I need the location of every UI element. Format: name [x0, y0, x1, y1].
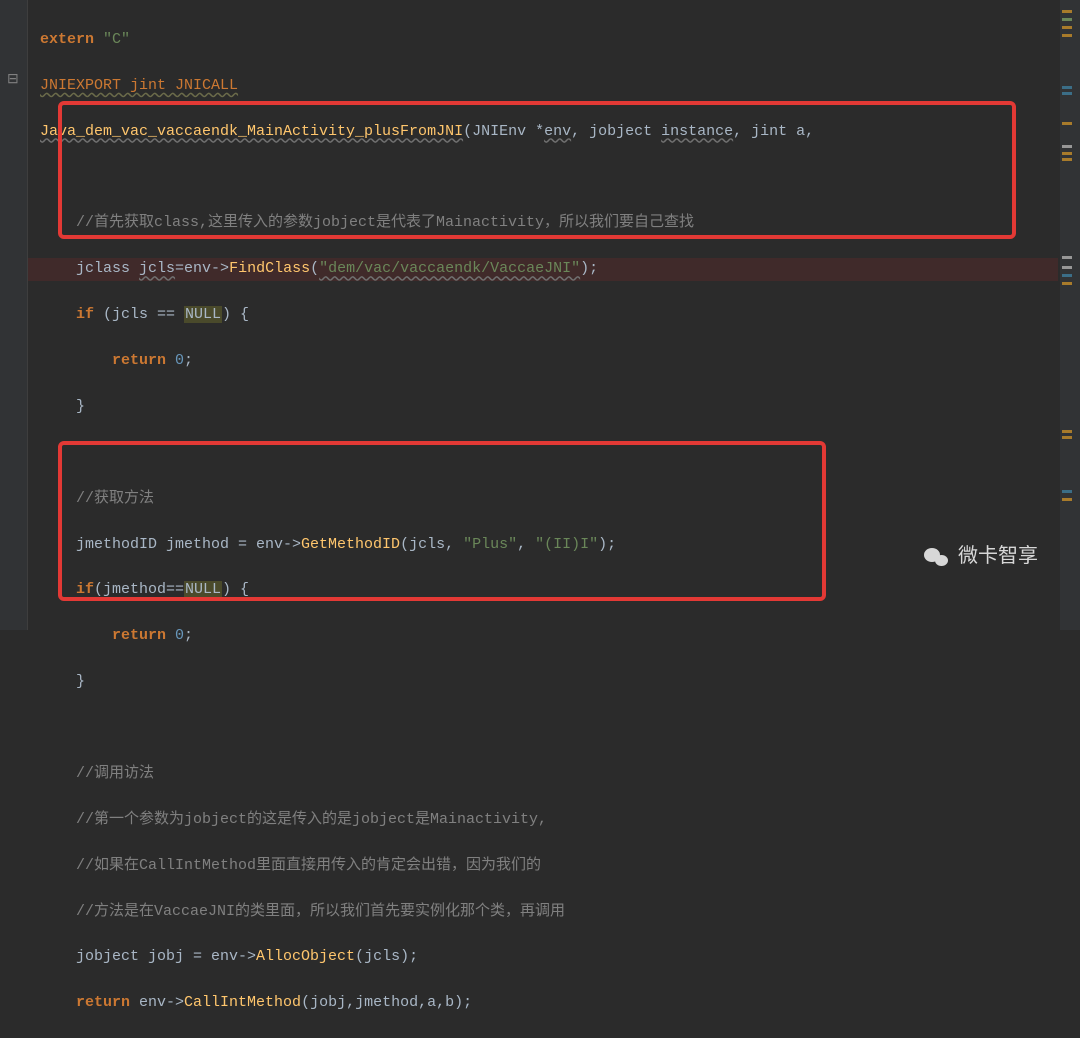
- code-line: //第一个参数为jobject的这是传入的是jobject是Mainactivi…: [28, 809, 1058, 832]
- minimap-marker: [1062, 34, 1072, 37]
- code-line: extern "C": [28, 29, 1058, 52]
- code-line: jmethodID jmethod = env->GetMethodID(jcl…: [28, 534, 1058, 557]
- minimap-marker: [1062, 18, 1072, 21]
- code-line: JNIEXPORT jint JNICALL: [28, 75, 1058, 98]
- code-line: return 0;: [28, 350, 1058, 373]
- minimap-marker: [1062, 10, 1072, 13]
- code-line: //获取方法: [28, 488, 1058, 511]
- code-line: //首先获取class,这里传入的参数jobject是代表了Mainactivi…: [28, 212, 1058, 235]
- code-editor-viewport[interactable]: extern "C" JNIEXPORT jint JNICALL Java_d…: [28, 6, 1058, 1038]
- code-line: }: [28, 396, 1058, 419]
- editor-gutter: ⊟: [0, 0, 28, 630]
- watermark: 微卡智享: [924, 541, 1038, 572]
- minimap-marker: [1062, 122, 1072, 125]
- gutter-collapse-icon[interactable]: ⊟: [7, 70, 19, 91]
- wechat-icon: [924, 546, 950, 568]
- minimap-marker: [1062, 430, 1072, 433]
- minimap-marker: [1062, 145, 1072, 148]
- code-line: jobject jobj = env->AllocObject(jcls);: [28, 946, 1058, 969]
- code-line: //如果在CallIntMethod里面直接用传入的肯定会出错，因为我们的: [28, 855, 1058, 878]
- code-line: [28, 717, 1058, 740]
- minimap-marker: [1062, 266, 1072, 269]
- minimap-marker: [1062, 274, 1072, 277]
- code-line: if(jmethod==NULL) {: [28, 579, 1058, 602]
- code-line: if (jcls == NULL) {: [28, 304, 1058, 327]
- code-line: //方法是在VaccaeJNI的类里面，所以我们首先要实例化那个类，再调用: [28, 901, 1058, 924]
- minimap-marker: [1062, 498, 1072, 501]
- minimap-marker: [1062, 436, 1072, 439]
- code-line: }: [28, 671, 1058, 694]
- code-line: //调用访法: [28, 763, 1058, 786]
- code-line: return env->CallIntMethod(jobj,jmethod,a…: [28, 992, 1058, 1015]
- minimap-marker: [1062, 282, 1072, 285]
- minimap-marker: [1062, 256, 1072, 259]
- minimap-marker: [1062, 490, 1072, 493]
- code-line: [28, 442, 1058, 465]
- code-line: return 0;: [28, 625, 1058, 648]
- minimap-marker: [1062, 26, 1072, 29]
- minimap-marker: [1062, 92, 1072, 95]
- function-name: Java_dem_vac_vaccaendk_MainActivity_plus…: [40, 123, 463, 140]
- minimap-marker: [1062, 158, 1072, 161]
- code-line: Java_dem_vac_vaccaendk_MainActivity_plus…: [28, 121, 1058, 144]
- watermark-text: 微卡智享: [958, 541, 1038, 572]
- code-line: [28, 167, 1058, 190]
- minimap-marker: [1062, 152, 1072, 155]
- overview-ruler[interactable]: [1060, 0, 1080, 630]
- minimap-marker: [1062, 86, 1072, 89]
- code-line: jclass jcls=env->FindClass("dem/vac/vacc…: [28, 258, 1058, 281]
